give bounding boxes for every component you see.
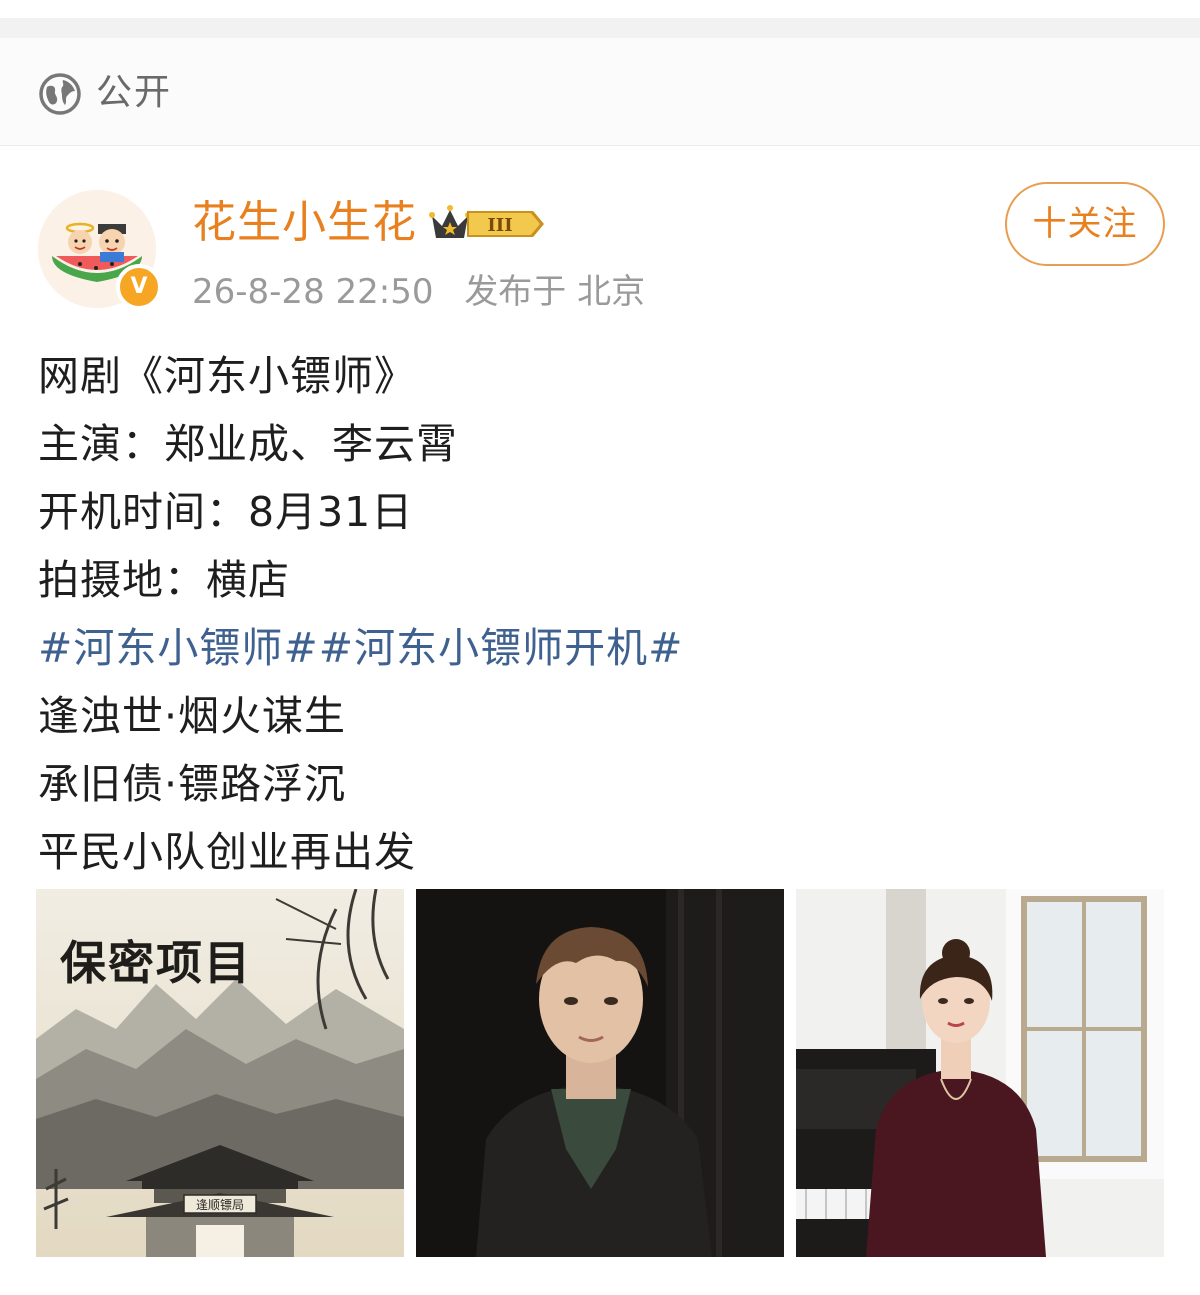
post-line: 开机时间：8月31日 (38, 488, 414, 536)
verified-badge: V (116, 264, 162, 310)
topic-line: #河东小镖师##河东小镖师开机# (38, 614, 1168, 682)
top-strip (0, 0, 1200, 38)
post-line: 主演：郑业成、李云霄 (38, 420, 458, 468)
globe-icon (39, 73, 81, 115)
post-timestamp: 26-8-28 22:50 (192, 272, 434, 312)
visibility-label: 公开 (96, 72, 173, 113)
topic-link[interactable]: #河东小镖师开机# (319, 614, 684, 682)
badge-level-text: III (487, 215, 512, 236)
post-location: 发布于 北京 (464, 272, 646, 312)
post-line: 拍摄地：横店 (38, 556, 290, 604)
follow-button[interactable]: 十关注 (1005, 182, 1165, 266)
author-name[interactable]: 花生小生花 (192, 196, 417, 250)
poster-title-text: 保密项目 (60, 936, 252, 990)
post-line: 承旧债·镖路浮沉 (38, 760, 347, 808)
post-image-actress[interactable] (796, 889, 1164, 1257)
post-line: 平民小队创业再出发 (38, 828, 416, 876)
post-content: 网剧《河东小镖师》 主演：郑业成、李云霄 开机时间：8月31日 拍摄地：横店 #… (38, 342, 1168, 886)
post-line: 逢浊世·烟火谋生 (38, 692, 347, 740)
post-meta: 26-8-28 22:50 发布于 北京 (192, 268, 645, 316)
topic-link[interactable]: #河东小镖师# (38, 614, 319, 682)
post-image-poster[interactable]: 逢顺镖局 保密项目 (36, 889, 404, 1257)
post-image-actor[interactable] (416, 889, 784, 1257)
gate-sign-text: 逢顺镖局 (196, 1197, 244, 1212)
post-line: 网剧《河东小镖师》 (38, 352, 416, 400)
visibility-row[interactable] (0, 38, 1200, 146)
crown-level-badge: III (429, 205, 544, 238)
